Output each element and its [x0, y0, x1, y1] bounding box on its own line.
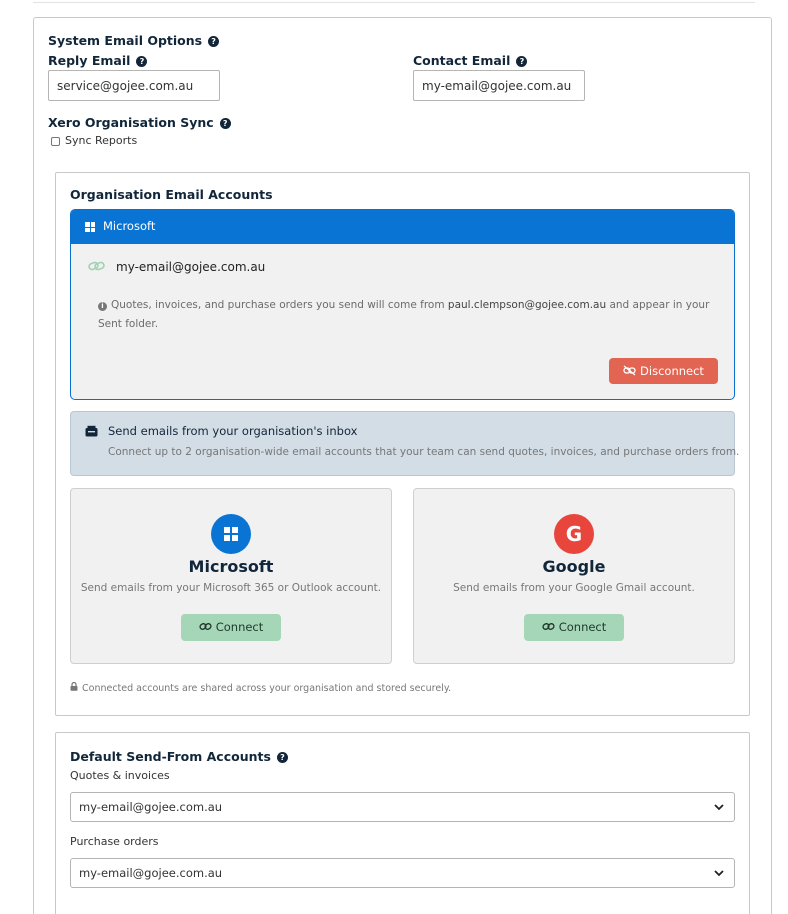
link-icon: [199, 623, 212, 630]
default-send-from-heading: Default Send-From Accounts?: [70, 749, 288, 764]
security-note: Connected accounts are shared across you…: [82, 683, 452, 694]
purchase-orders-select[interactable]: my-email@gojee.com.au: [70, 858, 735, 888]
quotes-invoices-label: Quotes & invoices: [70, 769, 170, 782]
google-provider-desc: Send emails from your Google Gmail accou…: [453, 582, 695, 594]
connect-microsoft-button[interactable]: Connect: [181, 614, 281, 641]
inbox-desc: Connect up to 2 organisation-wide email …: [108, 446, 740, 458]
connect-google-button[interactable]: Connect: [524, 614, 624, 641]
connected-provider-name: Microsoft: [103, 219, 156, 233]
help-icon[interactable]: ?: [276, 752, 288, 763]
sync-reports-label: Sync Reports: [65, 134, 138, 147]
system-email-options-heading: System Email Options?: [48, 33, 220, 48]
microsoft-provider-desc: Send emails from your Microsoft 365 or O…: [80, 582, 382, 594]
help-icon[interactable]: ?: [219, 118, 231, 129]
microsoft-logo-icon: [224, 527, 238, 541]
google-circle-icon: G: [554, 514, 594, 554]
chevron-down-icon: [714, 870, 724, 877]
help-icon[interactable]: ?: [516, 56, 528, 67]
google-provider-title: Google: [542, 557, 606, 576]
microsoft-provider-title: Microsoft: [188, 557, 274, 576]
google-provider-card: G Google Send emails from your Google Gm…: [413, 488, 735, 664]
inbox-icon: [85, 425, 98, 437]
purchase-orders-label: Purchase orders: [70, 835, 159, 848]
contact-email-label-text: Contact Email: [413, 53, 511, 68]
connected-microsoft-card: Microsoft my-email@gojee.com.au i Quotes,…: [70, 209, 735, 400]
microsoft-circle-icon: [211, 514, 251, 554]
xero-sync-label-text: Xero Organisation Sync: [48, 115, 214, 130]
sync-reports-checkbox[interactable]: [51, 137, 60, 146]
quotes-invoices-selected-value: my-email@gojee.com.au: [79, 800, 223, 814]
reply-email-label: Reply Email?: [48, 53, 148, 68]
default-send-from-title: Default Send-From Accounts: [70, 749, 271, 764]
reply-email-label-text: Reply Email: [48, 53, 131, 68]
connect-label: Connect: [558, 620, 607, 634]
microsoft-logo-icon: [85, 222, 95, 232]
reply-email-input[interactable]: [48, 70, 220, 101]
contact-email-input[interactable]: [413, 70, 585, 101]
link-icon: [88, 261, 105, 271]
link-icon: [542, 623, 555, 630]
inbox-title: Send emails from your organisation's inb…: [108, 424, 358, 438]
connected-email: my-email@gojee.com.au: [116, 260, 266, 274]
org-email-accounts-title: Organisation Email Accounts: [70, 187, 273, 202]
chevron-down-icon: [714, 804, 724, 811]
disconnect-button[interactable]: Disconnect: [609, 358, 718, 384]
org-inbox-info-box: Send emails from your organisation's inb…: [70, 411, 739, 476]
info-icon: i: [98, 302, 107, 311]
system-email-options-title: System Email Options: [48, 33, 203, 48]
help-icon[interactable]: ?: [208, 36, 220, 47]
contact-email-label: Contact Email?: [413, 53, 528, 68]
connected-card-header: Microsoft: [71, 210, 734, 244]
help-icon[interactable]: ?: [136, 56, 148, 67]
info-prefix: Quotes, invoices, and purchase orders yo…: [111, 299, 445, 311]
info-email: paul.clempson@gojee.com.au: [447, 299, 607, 311]
disconnect-label: Disconnect: [640, 364, 704, 378]
quotes-invoices-select[interactable]: my-email@gojee.com.au: [70, 792, 735, 822]
top-divider: [33, 2, 755, 3]
unlink-icon: [623, 365, 636, 376]
connect-label: Connect: [215, 620, 264, 634]
connected-info: i Quotes, invoices, and purchase orders y…: [98, 296, 718, 334]
purchase-orders-selected-value: my-email@gojee.com.au: [79, 866, 223, 880]
lock-icon: [70, 682, 78, 691]
microsoft-provider-card: Microsoft Send emails from your Microsof…: [70, 488, 392, 664]
xero-sync-label: Xero Organisation Sync?: [48, 115, 231, 130]
